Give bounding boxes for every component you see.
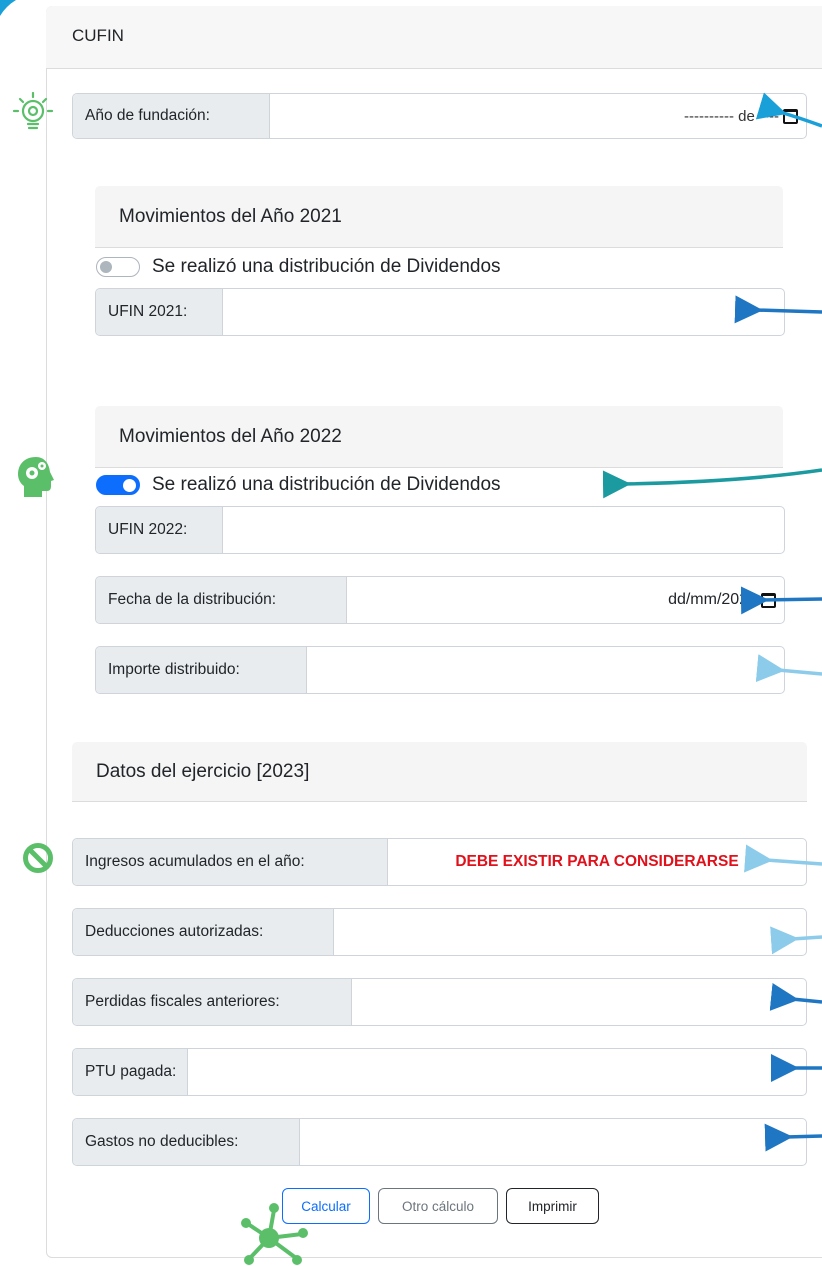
- importe-label: Importe distribuido:: [96, 647, 307, 693]
- perdidas-input[interactable]: [352, 979, 806, 1025]
- gastos-input[interactable]: [300, 1119, 806, 1165]
- ingresos-group: Ingresos acumulados en el año: DEBE EXIS…: [72, 838, 807, 886]
- otro-calculo-button[interactable]: Otro cálculo: [378, 1188, 498, 1224]
- mov2021-switch-label: Se realizó una distribución de Dividendo…: [152, 256, 501, 277]
- fecha-input[interactable]: dd/mm/2022: [347, 577, 784, 623]
- gastos-group: Gastos no deducibles:: [72, 1118, 807, 1166]
- ptu-group: PTU pagada:: [72, 1048, 807, 1096]
- deducciones-group: Deducciones autorizadas:: [72, 908, 807, 956]
- deducciones-label: Deducciones autorizadas:: [73, 909, 334, 955]
- lightbulb-icon: [12, 92, 54, 130]
- ufin2021-label: UFIN 2021:: [96, 289, 223, 335]
- card-title: CUFIN: [72, 26, 124, 45]
- mov2021-switch[interactable]: Se realizó una distribución de Dividendo…: [96, 256, 501, 278]
- calendar-icon[interactable]: [783, 108, 798, 124]
- ufin2022-group: UFIN 2022:: [95, 506, 785, 554]
- fundacion-label: Año de fundación:: [73, 94, 270, 138]
- ingresos-input[interactable]: DEBE EXISTIR PARA CONSIDERARSE: [388, 839, 806, 885]
- mov2021-toggle[interactable]: [96, 257, 140, 277]
- ufin2022-input[interactable]: [223, 507, 784, 553]
- importe-input[interactable]: [307, 647, 784, 693]
- mov2021-header: Movimientos del Año 2021: [95, 186, 783, 248]
- fundacion-group: Año de fundación: ---------- de ----: [72, 93, 807, 139]
- ufin2022-label: UFIN 2022:: [96, 507, 223, 553]
- gastos-label: Gastos no deducibles:: [73, 1119, 300, 1165]
- mov2022-switch-label: Se realizó una distribución de Dividendo…: [152, 474, 501, 495]
- perdidas-label: Perdidas fiscales anteriores:: [73, 979, 352, 1025]
- fecha-label: Fecha de la distribución:: [96, 577, 347, 623]
- mov2022-toggle[interactable]: [96, 475, 140, 495]
- fundacion-input[interactable]: ---------- de ----: [270, 94, 806, 138]
- ptu-label: PTU pagada:: [73, 1049, 188, 1095]
- corner-accent-icon: [0, 0, 16, 16]
- network-icon: [241, 1203, 308, 1265]
- calendar-icon[interactable]: [761, 592, 776, 608]
- deducciones-input[interactable]: [334, 909, 806, 955]
- mov2022-header: Movimientos del Año 2022: [95, 406, 783, 468]
- fecha-value: dd/mm/2022: [668, 591, 757, 608]
- importe-group: Importe distribuido:: [95, 646, 785, 694]
- ingresos-warning: DEBE EXISTIR PARA CONSIDERARSE: [455, 853, 739, 870]
- card-header: [46, 6, 822, 69]
- ingresos-label: Ingresos acumulados en el año:: [73, 839, 388, 885]
- fundacion-value: ---------- de ----: [684, 107, 779, 125]
- ejercicio-header: Datos del ejercicio [2023]: [72, 742, 807, 802]
- head-gears-icon: [18, 457, 54, 497]
- ufin2021-group: UFIN 2021:: [95, 288, 785, 336]
- mov2022-switch[interactable]: Se realizó una distribución de Dividendo…: [96, 474, 501, 496]
- ptu-input[interactable]: [188, 1049, 806, 1095]
- fecha-group: Fecha de la distribución: dd/mm/2022: [95, 576, 785, 624]
- perdidas-group: Perdidas fiscales anteriores:: [72, 978, 807, 1026]
- no-entry-icon: [23, 843, 53, 873]
- ufin2021-input[interactable]: [223, 289, 784, 335]
- imprimir-button[interactable]: Imprimir: [506, 1188, 599, 1224]
